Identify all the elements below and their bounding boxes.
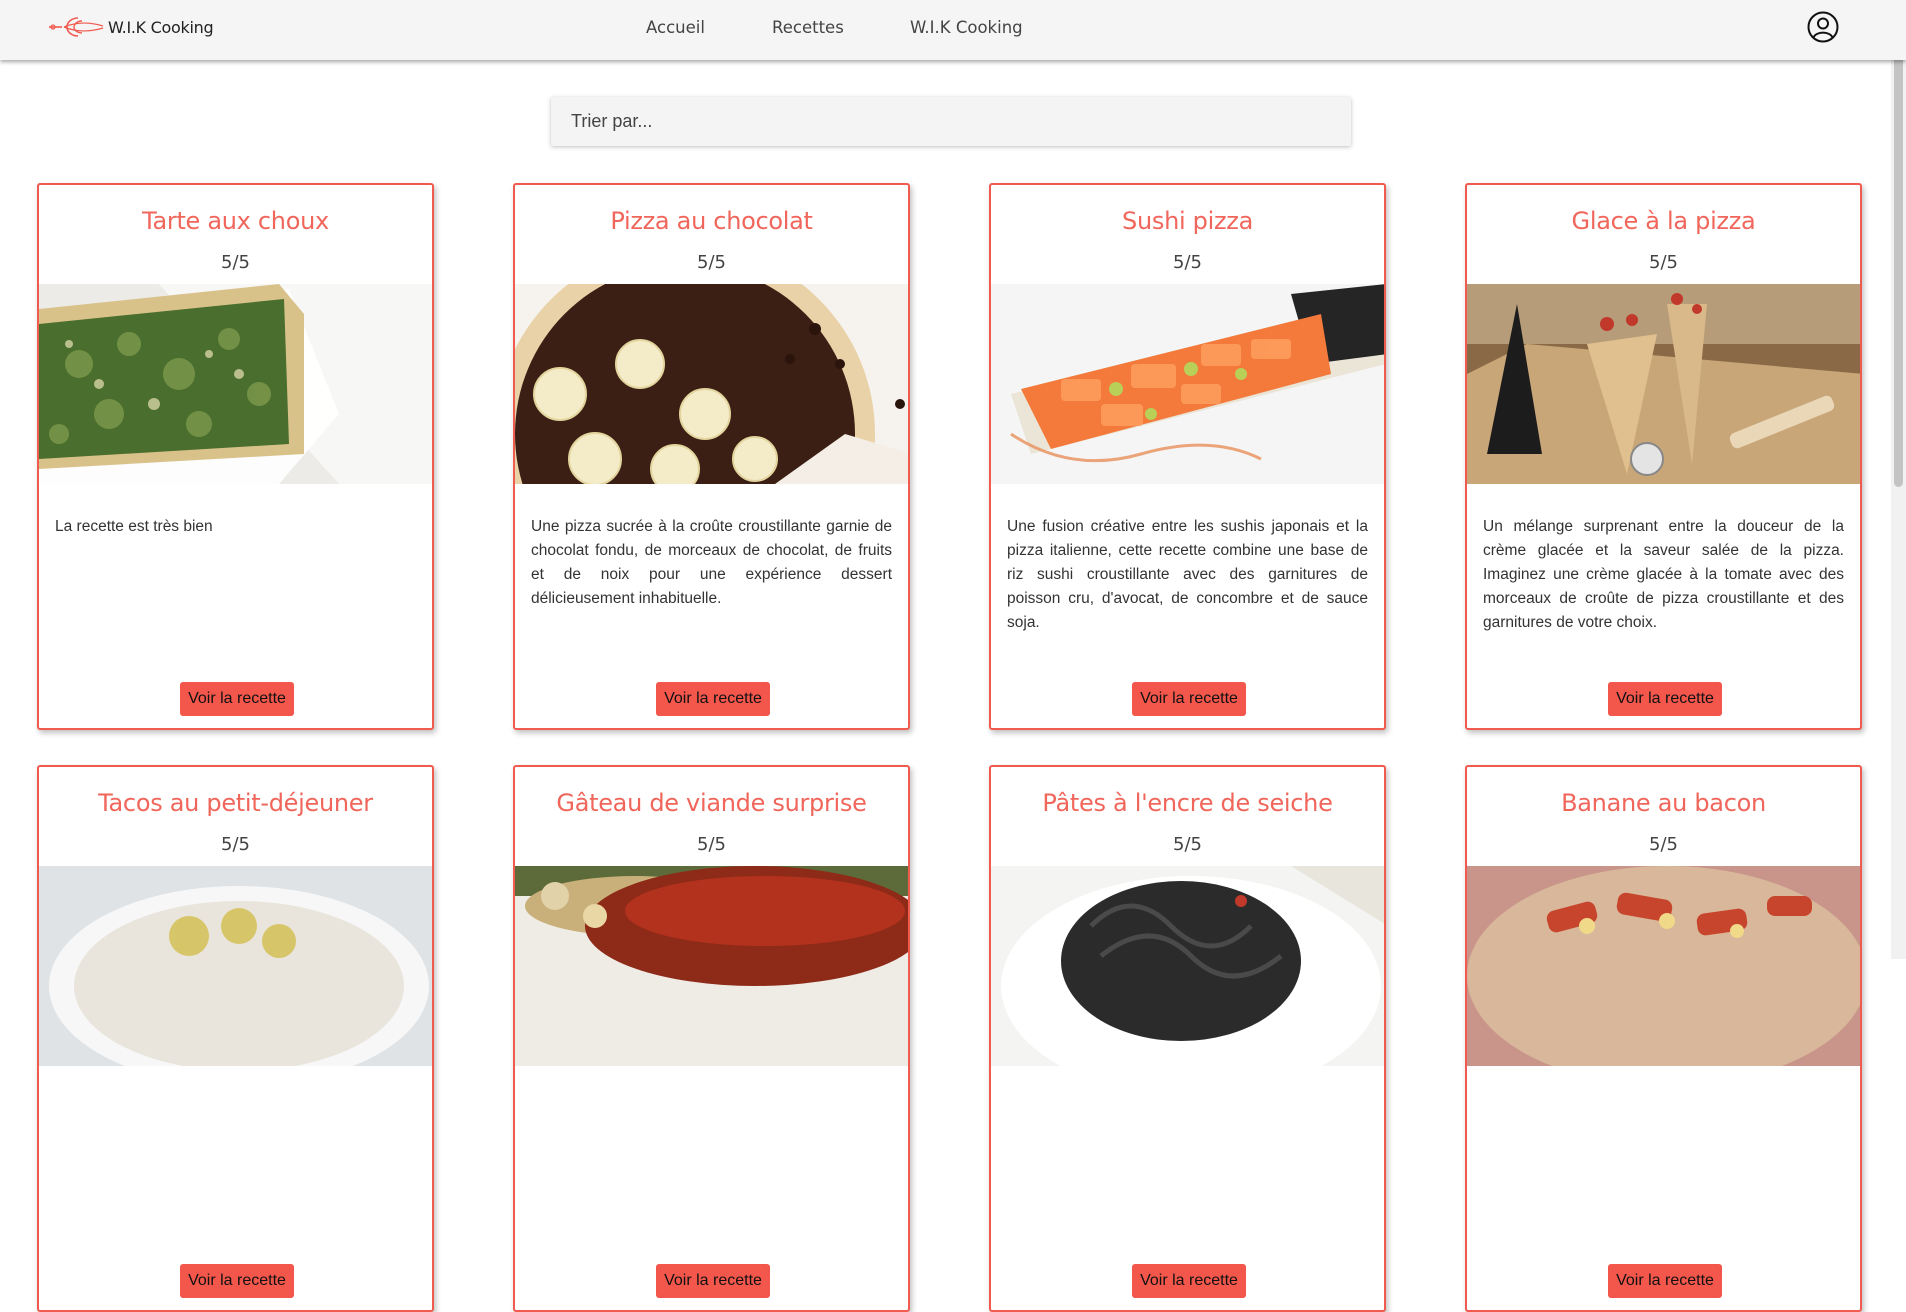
view-recipe-button[interactable]: Voir la recette	[656, 682, 770, 716]
top-navbar: W.I.K Cooking Accueil Recettes W.I.K Coo…	[0, 0, 1906, 60]
recipe-rating: 5/5	[697, 252, 726, 273]
recipe-image-bacon-banana	[1467, 866, 1860, 1066]
recipe-title: Tarte aux choux	[142, 207, 329, 235]
page-scrollbar-thumb[interactable]	[1894, 2, 1903, 487]
nav-link-wik-cooking[interactable]: W.I.K Cooking	[910, 18, 1023, 37]
recipe-rating: 5/5	[1173, 252, 1202, 273]
recipe-rating: 5/5	[221, 252, 250, 273]
recipe-rating: 5/5	[1649, 834, 1678, 855]
recipe-description: La recette est très bien	[55, 518, 213, 535]
recipe-rating: 5/5	[1173, 834, 1202, 855]
recipe-description: Une fusion créative entre les sushis jap…	[1007, 518, 1368, 631]
main-nav: Accueil Recettes W.I.K Cooking	[0, 18, 1906, 42]
recipe-title: Sushi pizza	[1122, 207, 1253, 235]
recipe-image-chocolate-pizza	[515, 284, 908, 484]
sort-select[interactable]: Trier par...	[551, 97, 1351, 146]
recipe-card: Tarte aux choux 5/5 La recette est très …	[37, 183, 434, 730]
recipe-image-breakfast-tacos	[39, 866, 432, 1066]
recipe-card: Pizza au chocolat 5/5 Une pizza sucrée à…	[513, 183, 910, 730]
recipe-card: Tacos au petit-déjeuner 5/5 Voir la rece…	[37, 765, 434, 1312]
user-circle-icon[interactable]	[1807, 11, 1839, 43]
recipe-description: Un mélange surprenant entre la douceur d…	[1483, 518, 1844, 631]
view-recipe-button[interactable]: Voir la recette	[1608, 682, 1722, 716]
recipe-card: Sushi pizza 5/5 Une fusion créative entr…	[989, 183, 1386, 730]
recipe-image-squid-ink-pasta	[991, 866, 1384, 1066]
recipe-title: Glace à la pizza	[1571, 207, 1756, 235]
recipe-rating: 5/5	[221, 834, 250, 855]
view-recipe-button[interactable]: Voir la recette	[1132, 682, 1246, 716]
recipe-title: Pâtes à l'encre de seiche	[1042, 789, 1333, 817]
recipe-image-cabbage-tart	[39, 284, 432, 484]
view-recipe-button[interactable]: Voir la recette	[1132, 1264, 1246, 1298]
nav-link-accueil[interactable]: Accueil	[646, 18, 705, 37]
recipe-title: Tacos au petit-déjeuner	[98, 789, 373, 817]
recipe-rating: 5/5	[1649, 252, 1678, 273]
view-recipe-button[interactable]: Voir la recette	[1608, 1264, 1722, 1298]
recipe-description: Une pizza sucrée à la croûte croustillan…	[531, 518, 892, 607]
recipe-title: Pizza au chocolat	[610, 207, 813, 235]
recipe-rating: 5/5	[697, 834, 726, 855]
recipe-image-meatloaf	[515, 866, 908, 1066]
recipe-title: Gâteau de viande surprise	[556, 789, 867, 817]
recipe-image-pizza-ice-cream	[1467, 284, 1860, 484]
recipe-image-sushi-pizza	[991, 284, 1384, 484]
view-recipe-button[interactable]: Voir la recette	[180, 682, 294, 716]
recipe-card: Pâtes à l'encre de seiche 5/5 Voir la re…	[989, 765, 1386, 1312]
view-recipe-button[interactable]: Voir la recette	[656, 1264, 770, 1298]
recipe-card: Banane au bacon 5/5 Voir la recette	[1465, 765, 1862, 1312]
recipe-card: Gâteau de viande surprise 5/5 Voir la re…	[513, 765, 910, 1312]
nav-link-recettes[interactable]: Recettes	[772, 18, 844, 37]
recipe-title: Banane au bacon	[1561, 789, 1766, 817]
recipe-card: Glace à la pizza 5/5 Un mélange surprena…	[1465, 183, 1862, 730]
view-recipe-button[interactable]: Voir la recette	[180, 1264, 294, 1298]
